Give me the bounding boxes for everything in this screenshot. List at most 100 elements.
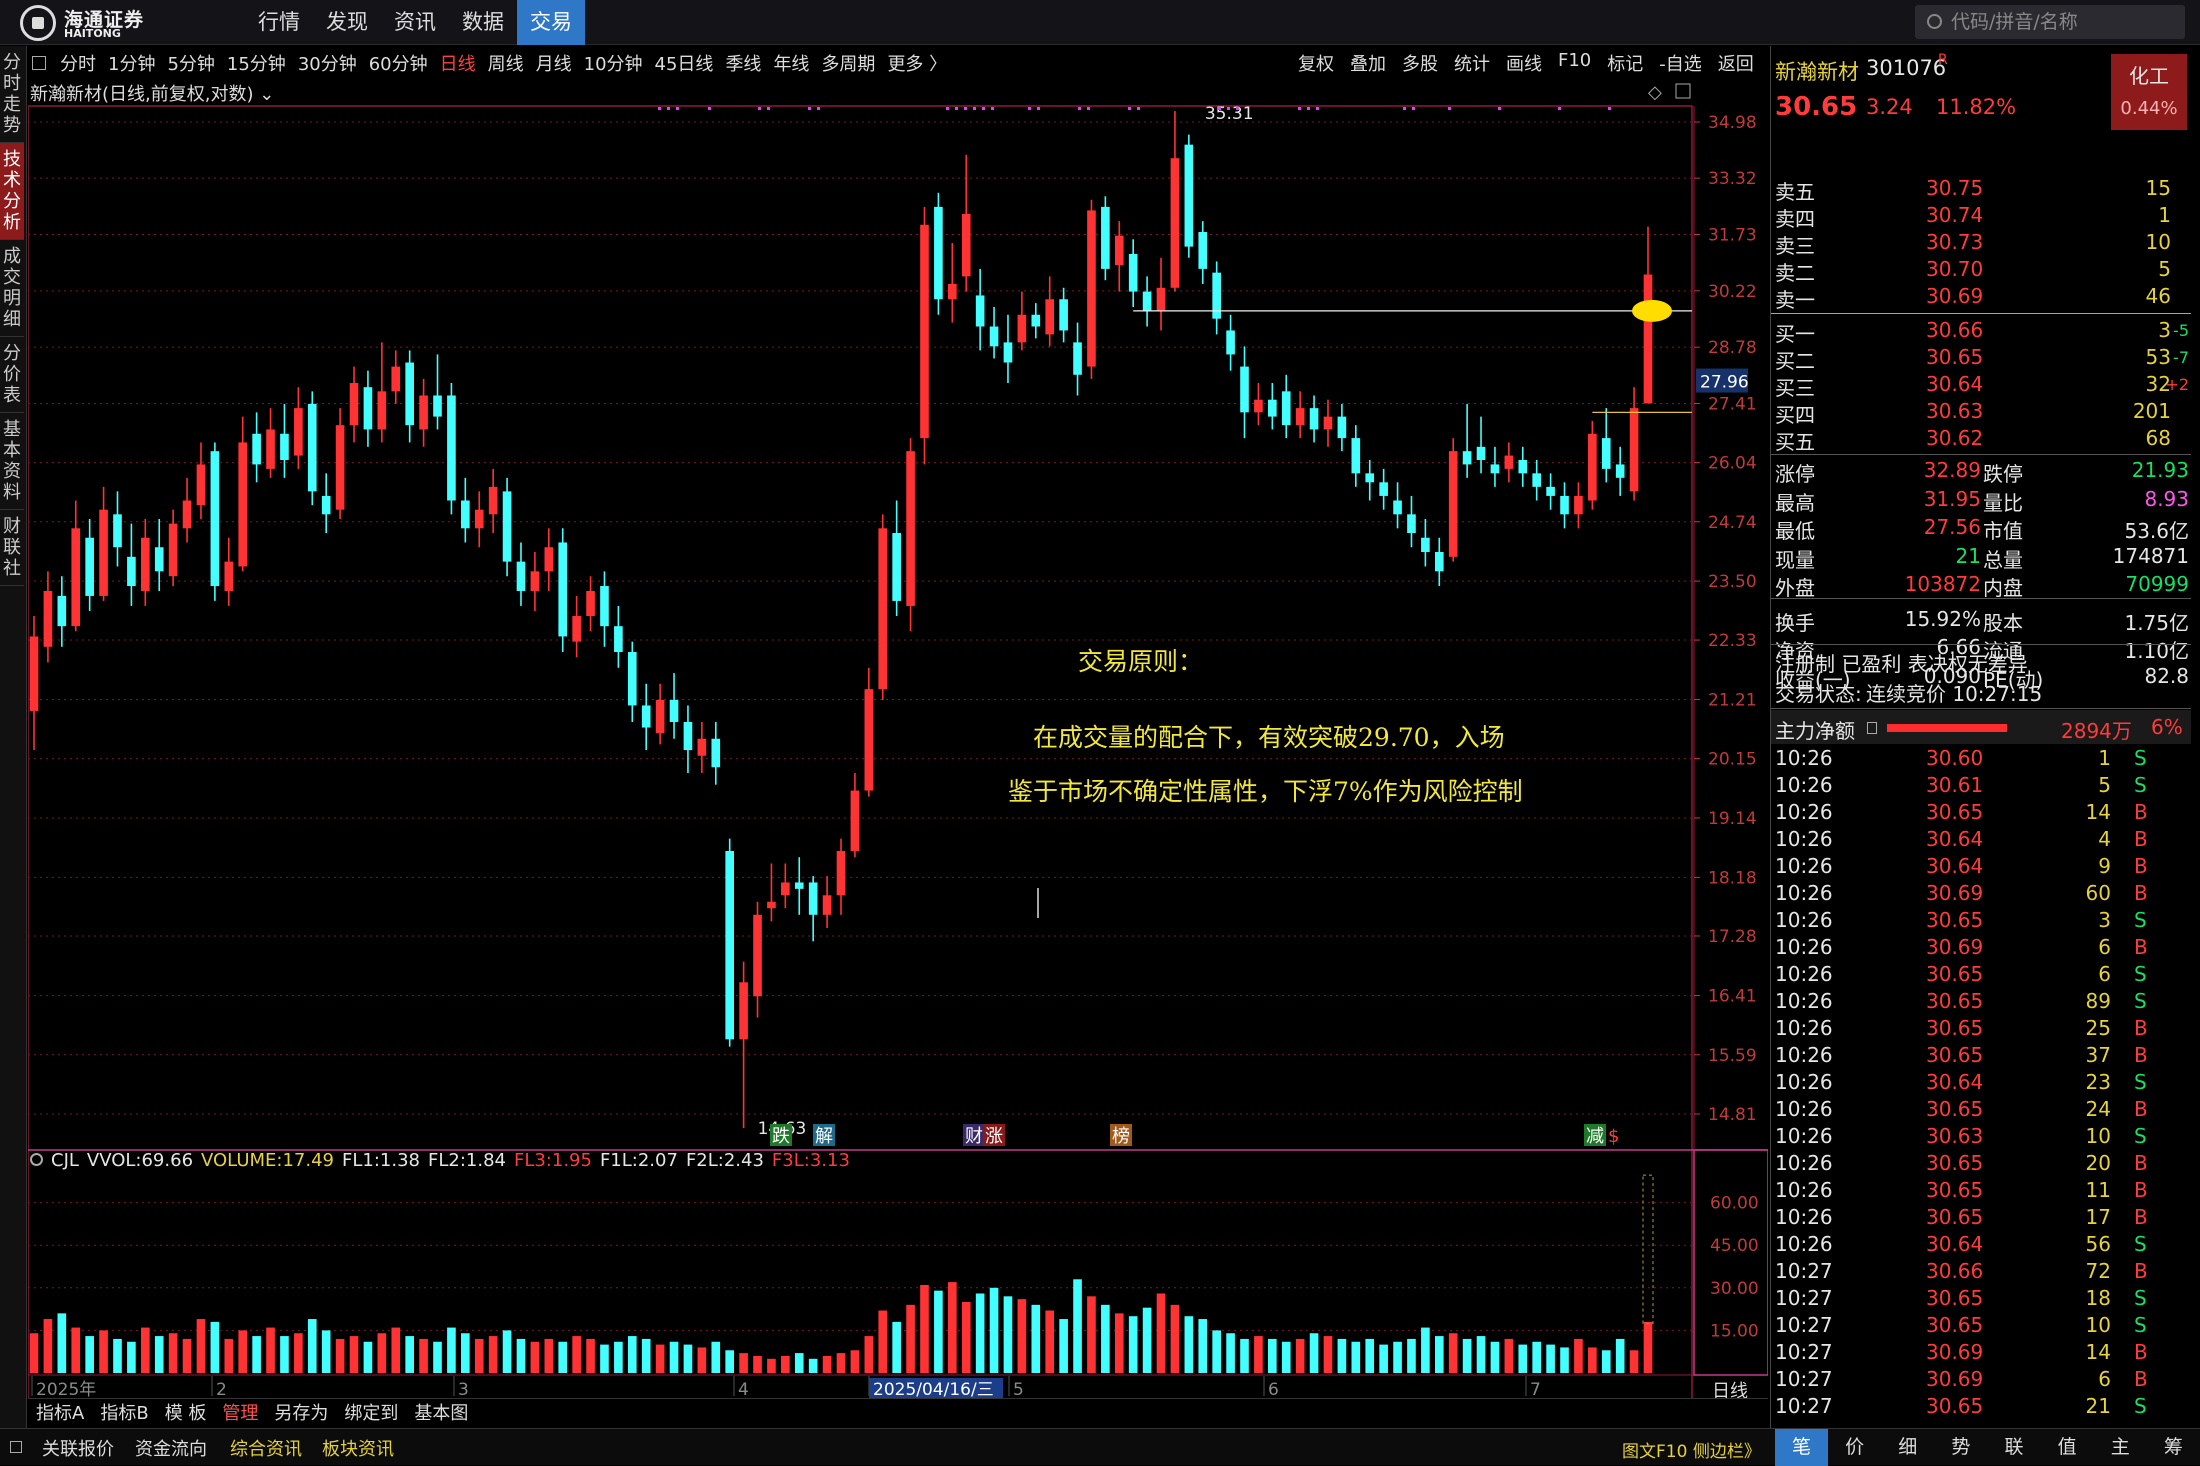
- tick-row[interactable]: 10:27 30.65 21 S: [1771, 1394, 2191, 1421]
- tool-button[interactable]: F10: [1550, 50, 1599, 76]
- period-tab[interactable]: 10分钟: [578, 50, 649, 76]
- indicator-tab[interactable]: 指标A: [28, 1399, 92, 1425]
- main-flow-row[interactable]: 主力净额 2894万 6%: [1771, 710, 2191, 744]
- tick-row[interactable]: 10:26 30.65 89 S: [1771, 989, 2191, 1016]
- tick-row[interactable]: 10:26 30.65 6 S: [1771, 962, 2191, 989]
- tick-row[interactable]: 10:26 30.65 3 S: [1771, 908, 2191, 935]
- period-tab[interactable]: 分时: [54, 50, 102, 76]
- nav-item[interactable]: 交易: [517, 0, 585, 45]
- ask-row[interactable]: 卖二 30.70 5: [1771, 257, 2191, 285]
- search-box[interactable]: [1915, 5, 2185, 39]
- indicator-tab[interactable]: 绑定到: [336, 1399, 406, 1425]
- ask-label: 卖一: [1775, 288, 1815, 312]
- period-tab[interactable]: 5分钟: [161, 50, 220, 76]
- bid-row[interactable]: 买五 30.62 68: [1771, 426, 2191, 454]
- tool-button[interactable]: 统计: [1446, 50, 1498, 76]
- status-link[interactable]: 综合资讯: [230, 1435, 302, 1461]
- tick-row[interactable]: 10:26 30.64 9 B: [1771, 854, 2191, 881]
- tick-row[interactable]: 10:26 30.69 60 B: [1771, 881, 2191, 908]
- period-tab[interactable]: 60分钟: [363, 50, 434, 76]
- bid-row[interactable]: 买四 30.63 201: [1771, 399, 2191, 427]
- ask-row[interactable]: 卖一 30.69 46: [1771, 284, 2191, 312]
- ask-row[interactable]: 卖四 30.74 1: [1771, 203, 2191, 231]
- tick-row[interactable]: 10:26 30.65 24 B: [1771, 1097, 2191, 1124]
- tick-row[interactable]: 10:26 30.65 17 B: [1771, 1205, 2191, 1232]
- tick-row[interactable]: 10:26 30.65 37 B: [1771, 1043, 2191, 1070]
- tick-row[interactable]: 10:26 30.65 25 B: [1771, 1016, 2191, 1043]
- period-tab[interactable]: 年线: [767, 50, 815, 76]
- tick-row[interactable]: 10:26 30.64 56 S: [1771, 1232, 2191, 1259]
- tick-row[interactable]: 10:27 30.65 10 S: [1771, 1313, 2191, 1340]
- panel-tab[interactable]: 价: [1828, 1429, 1881, 1466]
- nav-item[interactable]: 行情: [245, 0, 313, 45]
- nav-item[interactable]: 发现: [313, 0, 381, 45]
- tool-button[interactable]: 标记: [1599, 50, 1651, 76]
- status-link[interactable]: 资金流向: [135, 1435, 207, 1461]
- period-tab[interactable]: 季线: [719, 50, 767, 76]
- brand-logo[interactable]: 海通证券 HAITONG: [20, 5, 160, 41]
- tick-time: 10:26: [1775, 827, 1833, 851]
- panel-tab[interactable]: 筹: [2147, 1429, 2200, 1466]
- settings-icon[interactable]: [30, 1153, 43, 1166]
- bid-row[interactable]: 买一 30.66 3 -5: [1771, 318, 2191, 346]
- left-tab[interactable]: 财联社: [0, 510, 24, 586]
- search-input[interactable]: [1951, 9, 2171, 35]
- indicator-tab[interactable]: 管理: [214, 1399, 266, 1425]
- indicator-tab[interactable]: 基本图: [406, 1399, 476, 1425]
- bid-row[interactable]: 买二 30.65 53 -7: [1771, 345, 2191, 373]
- tick-row[interactable]: 10:26 30.69 6 B: [1771, 935, 2191, 962]
- left-tab[interactable]: 分价表: [0, 337, 24, 413]
- tool-button[interactable]: 画线: [1498, 50, 1550, 76]
- tick-row[interactable]: 10:26 30.64 4 B: [1771, 827, 2191, 854]
- tool-button[interactable]: 复权: [1290, 50, 1342, 76]
- period-tab[interactable]: 周线: [482, 50, 530, 76]
- left-tab[interactable]: 成交明细: [0, 240, 24, 337]
- tick-row[interactable]: 10:26 30.63 10 S: [1771, 1124, 2191, 1151]
- tick-row[interactable]: 10:26 30.65 20 B: [1771, 1151, 2191, 1178]
- period-tab[interactable]: 15分钟: [221, 50, 292, 76]
- tool-button[interactable]: 多股: [1394, 50, 1446, 76]
- tick-row[interactable]: 10:26 30.64 23 S: [1771, 1070, 2191, 1097]
- bid-row[interactable]: 买三 30.64 32 +2: [1771, 372, 2191, 400]
- period-tab[interactable]: 更多 〉: [881, 50, 953, 76]
- period-tab[interactable]: 月线: [530, 50, 578, 76]
- ask-row[interactable]: 卖五 30.75 15: [1771, 176, 2191, 204]
- status-link[interactable]: 板块资讯: [322, 1435, 394, 1461]
- indicator-tab[interactable]: 指标B: [92, 1399, 156, 1425]
- indicator-tab[interactable]: 另存为: [266, 1399, 336, 1425]
- tick-row[interactable]: 10:27 30.69 14 B: [1771, 1340, 2191, 1367]
- tick-side: B: [2134, 935, 2148, 959]
- tick-row[interactable]: 10:26 30.65 14 B: [1771, 800, 2191, 827]
- ask-row[interactable]: 卖三 30.73 10: [1771, 230, 2191, 258]
- period-tab[interactable]: 多周期: [815, 50, 881, 76]
- panel-tab[interactable]: 势: [1934, 1429, 1987, 1466]
- status-link[interactable]: 关联报价: [42, 1435, 114, 1461]
- tick-row[interactable]: 10:26 30.61 5 S: [1771, 773, 2191, 800]
- tick-row[interactable]: 10:27 30.66 72 B: [1771, 1259, 2191, 1286]
- left-tab[interactable]: 基本资料: [0, 413, 24, 510]
- tool-button[interactable]: 叠加: [1342, 50, 1394, 76]
- left-tab[interactable]: 分时走势: [0, 46, 24, 143]
- period-tab[interactable]: 30分钟: [292, 50, 363, 76]
- period-tab[interactable]: 45日线: [649, 50, 720, 76]
- panel-tab[interactable]: 细: [1881, 1429, 1934, 1466]
- indicator-tab[interactable]: 模 板: [157, 1399, 215, 1425]
- panel-toggle-icon[interactable]: [32, 56, 46, 70]
- panel-tab[interactable]: 值: [2041, 1429, 2094, 1466]
- tick-row[interactable]: 10:27 30.69 6 B: [1771, 1367, 2191, 1394]
- period-tab[interactable]: 1分钟: [102, 50, 161, 76]
- f10-sidebar-link[interactable]: 图文F10 侧边栏》: [1622, 1437, 1761, 1462]
- tool-button[interactable]: -自选: [1651, 50, 1710, 76]
- tick-row[interactable]: 10:26 30.65 11 B: [1771, 1178, 2191, 1205]
- period-tab[interactable]: 日线: [434, 50, 482, 76]
- tick-row[interactable]: 10:26 30.60 1 S: [1771, 746, 2191, 773]
- kline-chart[interactable]: 34.98 33.32 31.73 30.22 28.78 27.41 26.04 24.74…: [28, 78, 1768, 1398]
- tool-button[interactable]: 返回: [1710, 50, 1762, 76]
- panel-tab[interactable]: 笔: [1775, 1429, 1829, 1466]
- panel-tab[interactable]: 主: [2094, 1429, 2147, 1466]
- left-tab[interactable]: 技术分析: [0, 143, 24, 240]
- panel-tab[interactable]: 联: [1988, 1429, 2041, 1466]
- tick-row[interactable]: 10:27 30.65 18 S: [1771, 1286, 2191, 1313]
- nav-item[interactable]: 数据: [449, 0, 517, 45]
- nav-item[interactable]: 资讯: [381, 0, 449, 45]
